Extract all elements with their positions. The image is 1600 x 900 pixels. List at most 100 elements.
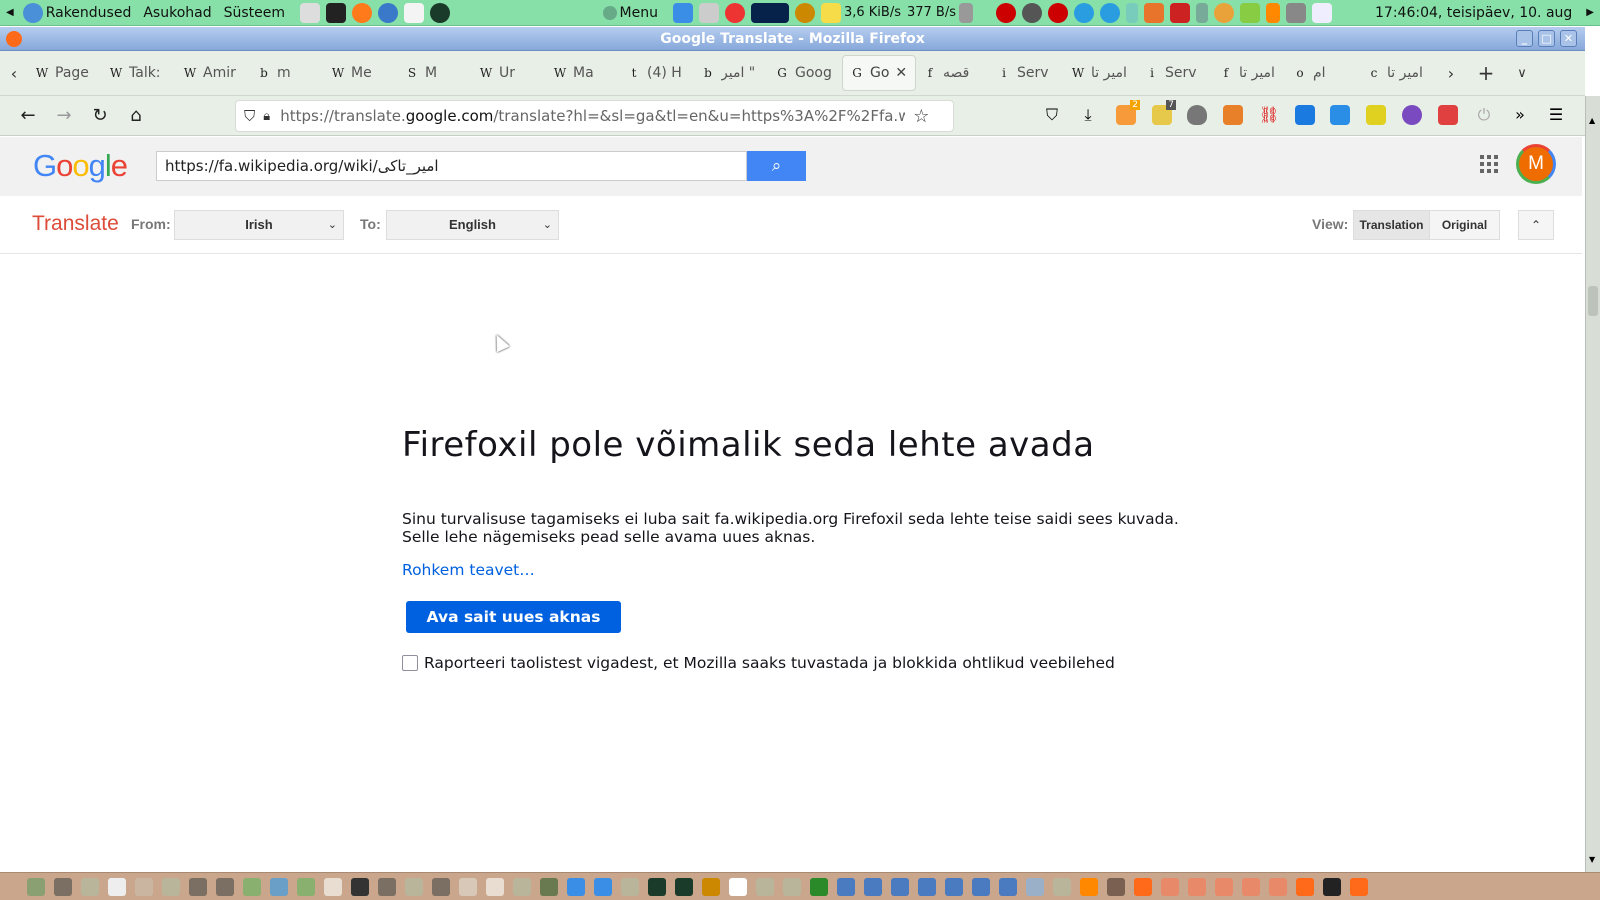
metamask-icon[interactable] (1223, 105, 1243, 125)
taskbar-app-icon[interactable] (485, 877, 504, 896)
mail-clock-icon[interactable] (698, 2, 719, 23)
tab[interactable]: W Ur (472, 55, 546, 91)
downloads-icon[interactable]: ⤓ (1078, 105, 1098, 125)
taskbar-app-icon[interactable] (890, 877, 909, 896)
taskbar-app-icon[interactable] (188, 877, 207, 896)
tab[interactable]: f قصه (916, 55, 990, 91)
taskbar-app-icon[interactable] (944, 877, 963, 896)
distro-logo-icon[interactable] (22, 2, 43, 23)
close-button[interactable]: ✕ (1560, 30, 1577, 47)
overflow-menu-icon[interactable]: » (1510, 105, 1530, 125)
record-disabled-icon[interactable] (1022, 2, 1043, 23)
minimize-button[interactable]: _ (1516, 30, 1533, 47)
taskbar-app-icon[interactable] (242, 877, 261, 896)
tab[interactable]: c امیر تا (1360, 55, 1434, 91)
tab[interactable]: W Amir (176, 55, 250, 91)
lock-icon[interactable]: 🔒︎ (263, 109, 270, 124)
url-bar[interactable]: ⛉ 🔒︎ https://translate.google.com/transl… (235, 100, 954, 132)
taskbar-app-icon[interactable] (215, 877, 234, 896)
taskbar-app-icon[interactable] (134, 877, 153, 896)
tab[interactable]: bm (250, 55, 324, 91)
panel-menu-apps[interactable]: Rakendused (46, 5, 132, 21)
extension-icon[interactable] (1330, 105, 1350, 125)
taskbar-app-icon[interactable] (512, 877, 531, 896)
extension-icon[interactable]: 7 (1152, 100, 1176, 125)
open-in-new-window-button[interactable]: Ava sait uues aknas (406, 601, 621, 633)
taskbar-app-icon[interactable] (701, 877, 720, 896)
tab[interactable]: i Serv (990, 55, 1064, 91)
taskbar-app-icon[interactable] (1295, 877, 1314, 896)
tab[interactable]: W Talk: (102, 55, 176, 91)
taskbar-app-icon[interactable] (1187, 877, 1206, 896)
firefox-icon[interactable] (352, 2, 373, 23)
tab[interactable]: f امیر تا (1212, 55, 1286, 91)
scroll-up-icon[interactable]: ▲ (1589, 116, 1595, 125)
apps-grid-icon[interactable] (1480, 155, 1498, 173)
tab[interactable]: SM (398, 55, 472, 91)
tab[interactable]: W Me (324, 55, 398, 91)
taskbar-app-icon[interactable] (566, 877, 585, 896)
maximize-button[interactable]: □ (1538, 30, 1555, 47)
url-input[interactable]: https://fa.wikipedia.org/wiki/امیر_تاکی (156, 151, 747, 181)
vlc-icon[interactable] (1266, 2, 1281, 23)
taskbar-app-icon[interactable] (593, 877, 612, 896)
tab[interactable]: b امیر " (694, 55, 768, 91)
extension-icon[interactable] (1366, 105, 1386, 125)
panel-right-arrow-icon[interactable]: ▶ (1586, 7, 1594, 18)
terminal-icon[interactable] (326, 2, 347, 23)
taskbar-app-icon[interactable] (1349, 877, 1368, 896)
telegram-icon[interactable] (1074, 2, 1095, 23)
panel-left-arrow-icon[interactable]: ◀ (6, 7, 14, 18)
taskbar-app-icon[interactable] (647, 877, 666, 896)
search-icon[interactable] (794, 2, 815, 23)
taskbar-app-icon[interactable] (971, 877, 990, 896)
telegram-icon[interactable] (1100, 2, 1121, 23)
tracking-shield-icon[interactable]: ⛉ (244, 107, 255, 125)
gnotty-icon[interactable] (724, 2, 745, 23)
taskbar-app-icon[interactable] (809, 877, 828, 896)
tab[interactable]: o ام (1286, 55, 1360, 91)
tabs-scroll-left-icon[interactable]: ‹ (0, 64, 28, 83)
taskbar-app-icon[interactable] (674, 877, 693, 896)
taskbar-app-icon[interactable] (728, 877, 747, 896)
taskbar-app-icon[interactable] (755, 877, 774, 896)
scrollbar[interactable]: ▲ ▼ (1585, 96, 1600, 872)
scrollbar-thumb[interactable] (1588, 286, 1598, 316)
network-icon[interactable] (1286, 2, 1307, 23)
taskbar-app-icon[interactable] (1268, 877, 1287, 896)
taskbar-app-icon[interactable] (1079, 877, 1098, 896)
report-checkbox[interactable] (402, 655, 418, 671)
taskbar-app-icon[interactable] (782, 877, 801, 896)
panel-menu-places[interactable]: Asukohad (143, 5, 211, 21)
reload-button[interactable]: ↻ (82, 105, 118, 126)
volume-icon[interactable] (959, 2, 974, 23)
taskbar-app-icon[interactable] (836, 877, 855, 896)
taskbar-app-icon[interactable] (863, 877, 882, 896)
thunderbird-icon[interactable] (378, 2, 399, 23)
collapse-button[interactable]: ⌃ (1518, 210, 1554, 240)
taskbar-app-icon[interactable] (620, 877, 639, 896)
link-icon[interactable]: ⛓ (1259, 105, 1279, 125)
tab[interactable]: W امیر تا (1064, 55, 1138, 91)
taskbar-app-icon[interactable] (53, 877, 72, 896)
taskbar-app-icon[interactable] (269, 877, 288, 896)
taskbar-app-icon[interactable] (350, 877, 369, 896)
battery-icon[interactable] (1312, 2, 1333, 23)
taskbar-app-icon[interactable] (1052, 877, 1071, 896)
power-icon[interactable]: ⏻ (1474, 105, 1494, 125)
taskbar-app-icon[interactable] (917, 877, 936, 896)
file-cabinet-icon[interactable] (300, 2, 321, 23)
taskbar-app-icon[interactable] (1025, 877, 1044, 896)
record-icon[interactable] (1048, 2, 1069, 23)
taskbar-app-icon[interactable] (539, 877, 558, 896)
tab[interactable]: W Page (28, 55, 102, 91)
view-original-button[interactable]: Original (1429, 210, 1500, 240)
taskbar-app-icon[interactable] (1133, 877, 1152, 896)
taskbar-app-icon[interactable] (26, 877, 45, 896)
tasks-icon[interactable] (672, 2, 693, 23)
taskbar-app-icon[interactable] (1106, 877, 1125, 896)
firewall-icon[interactable] (1170, 2, 1191, 23)
tab-close-icon[interactable]: ✕ (895, 65, 907, 81)
to-language-select[interactable]: English ⌄ (386, 210, 559, 240)
window-titlebar[interactable]: Google Translate - Mozilla Firefox _ □ ✕ (0, 27, 1585, 51)
